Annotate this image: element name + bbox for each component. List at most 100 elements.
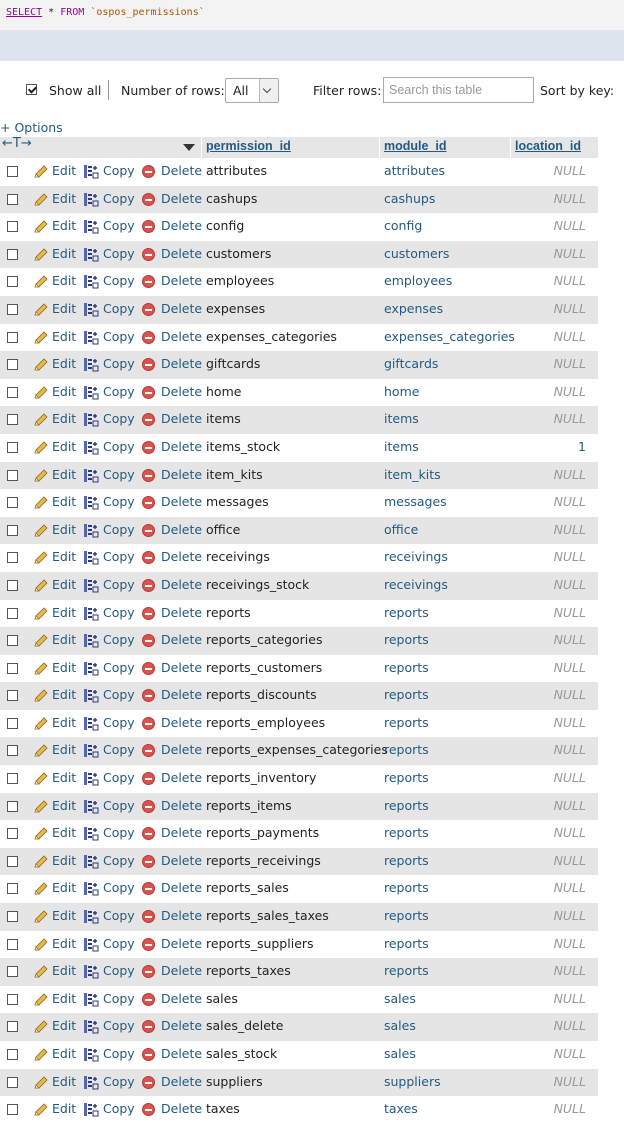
row-checkbox[interactable] xyxy=(7,276,18,288)
delete-link[interactable]: Delete xyxy=(161,687,202,702)
row-checkbox[interactable] xyxy=(7,524,18,536)
delete-link[interactable]: Delete xyxy=(161,742,202,757)
cell-module-id[interactable]: expenses_categories xyxy=(384,329,515,344)
delete-icon[interactable] xyxy=(142,910,155,924)
copy-link[interactable]: Copy xyxy=(103,880,135,895)
row-checkbox[interactable] xyxy=(7,938,18,950)
copy-link[interactable]: Copy xyxy=(103,742,135,757)
copy-icon[interactable] xyxy=(83,964,99,979)
cell-location-id[interactable]: NULL xyxy=(554,880,586,895)
row-checkbox[interactable] xyxy=(7,690,18,702)
cell-permission-id[interactable]: reports_customers xyxy=(206,660,322,675)
edit-link[interactable]: Edit xyxy=(52,218,76,233)
delete-icon[interactable] xyxy=(142,827,155,841)
pencil-icon[interactable] xyxy=(33,165,48,179)
copy-link[interactable]: Copy xyxy=(103,522,135,537)
cell-permission-id[interactable]: home xyxy=(206,384,241,399)
delete-icon[interactable] xyxy=(142,799,155,813)
edit-link[interactable]: Edit xyxy=(52,853,76,868)
cell-location-id[interactable]: NULL xyxy=(554,163,586,178)
copy-icon[interactable] xyxy=(83,881,99,896)
copy-link[interactable]: Copy xyxy=(103,329,135,344)
cell-permission-id[interactable]: cashups xyxy=(206,191,257,206)
copy-link[interactable]: Copy xyxy=(103,936,135,951)
edit-link[interactable]: Edit xyxy=(52,991,76,1006)
cell-permission-id[interactable]: items xyxy=(206,411,241,426)
delete-icon[interactable] xyxy=(142,220,155,234)
row-checkbox[interactable] xyxy=(7,552,18,564)
row-checkbox[interactable] xyxy=(7,331,18,343)
delete-link[interactable]: Delete xyxy=(161,191,202,206)
delete-icon[interactable] xyxy=(142,854,155,868)
copy-link[interactable]: Copy xyxy=(103,715,135,730)
edit-link[interactable]: Edit xyxy=(52,936,76,951)
pencil-icon[interactable] xyxy=(33,882,48,896)
cell-permission-id[interactable]: employees xyxy=(206,273,274,288)
copy-icon[interactable] xyxy=(83,468,99,483)
copy-link[interactable]: Copy xyxy=(103,963,135,978)
pencil-icon[interactable] xyxy=(33,717,48,731)
pencil-icon[interactable] xyxy=(33,1048,48,1062)
cell-module-id[interactable]: reports xyxy=(384,963,429,978)
delete-icon[interactable] xyxy=(142,302,155,316)
edit-link[interactable]: Edit xyxy=(52,742,76,757)
edit-link[interactable]: Edit xyxy=(52,825,76,840)
copy-link[interactable]: Copy xyxy=(103,1101,135,1116)
show-all-checkbox[interactable] xyxy=(26,84,37,95)
pencil-icon[interactable] xyxy=(33,386,48,400)
row-checkbox[interactable] xyxy=(7,248,18,260)
copy-link[interactable]: Copy xyxy=(103,439,135,454)
delete-icon[interactable] xyxy=(142,992,155,1006)
row-checkbox[interactable] xyxy=(7,773,18,785)
pencil-icon[interactable] xyxy=(33,1103,48,1117)
copy-icon[interactable] xyxy=(83,578,99,593)
copy-icon[interactable] xyxy=(83,550,99,565)
delete-link[interactable]: Delete xyxy=(161,1046,202,1061)
delete-icon[interactable] xyxy=(142,551,155,565)
copy-link[interactable]: Copy xyxy=(103,246,135,261)
delete-link[interactable]: Delete xyxy=(161,439,202,454)
delete-icon[interactable] xyxy=(142,468,155,482)
copy-icon[interactable] xyxy=(83,688,99,703)
search-table-input[interactable] xyxy=(383,77,534,103)
edit-link[interactable]: Edit xyxy=(52,1101,76,1116)
delete-link[interactable]: Delete xyxy=(161,163,202,178)
edit-link[interactable]: Edit xyxy=(52,632,76,647)
row-checkbox[interactable] xyxy=(7,386,18,398)
row-checkbox[interactable] xyxy=(7,607,18,619)
cell-module-id[interactable]: reports xyxy=(384,770,429,785)
delete-link[interactable]: Delete xyxy=(161,522,202,537)
copy-icon[interactable] xyxy=(83,799,99,814)
edit-link[interactable]: Edit xyxy=(52,660,76,675)
copy-link[interactable]: Copy xyxy=(103,411,135,426)
pencil-icon[interactable] xyxy=(33,193,48,207)
cell-location-id[interactable]: NULL xyxy=(554,411,586,426)
delete-link[interactable]: Delete xyxy=(161,467,202,482)
row-checkbox[interactable] xyxy=(7,883,18,895)
cell-permission-id[interactable]: reports_items xyxy=(206,798,292,813)
copy-link[interactable]: Copy xyxy=(103,660,135,675)
cell-location-id[interactable]: NULL xyxy=(554,742,586,757)
cell-location-id[interactable]: NULL xyxy=(554,908,586,923)
cell-location-id[interactable]: NULL xyxy=(554,605,586,620)
delete-icon[interactable] xyxy=(142,606,155,620)
pencil-icon[interactable] xyxy=(33,827,48,841)
edit-link[interactable]: Edit xyxy=(52,770,76,785)
copy-icon[interactable] xyxy=(83,1102,99,1117)
cell-permission-id[interactable]: suppliers xyxy=(206,1074,263,1089)
delete-link[interactable]: Delete xyxy=(161,715,202,730)
delete-icon[interactable] xyxy=(142,744,155,758)
cell-module-id[interactable]: reports xyxy=(384,632,429,647)
delete-link[interactable]: Delete xyxy=(161,880,202,895)
delete-icon[interactable] xyxy=(142,440,155,454)
delete-link[interactable]: Delete xyxy=(161,963,202,978)
cell-location-id[interactable]: NULL xyxy=(554,522,586,537)
cell-module-id[interactable]: receivings xyxy=(384,549,448,564)
cell-location-id[interactable]: NULL xyxy=(554,467,586,482)
row-checkbox[interactable] xyxy=(7,1049,18,1060)
row-checkbox[interactable] xyxy=(7,800,18,812)
cell-module-id[interactable]: office xyxy=(384,522,418,537)
row-checkbox[interactable] xyxy=(7,662,18,674)
edit-link[interactable]: Edit xyxy=(52,273,76,288)
copy-icon[interactable] xyxy=(83,412,99,427)
